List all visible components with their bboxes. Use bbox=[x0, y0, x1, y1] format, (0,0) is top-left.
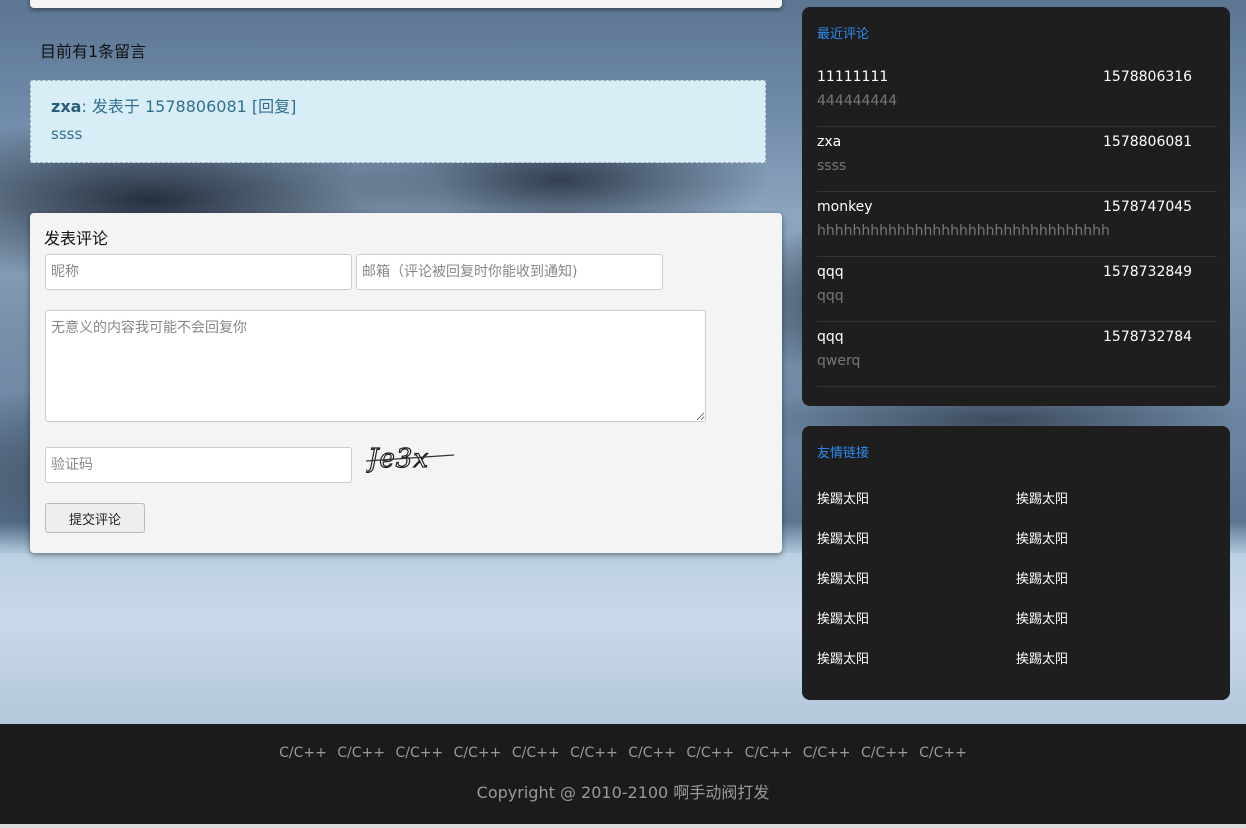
recent-comment-item[interactable]: monkey 1578747045 hhhhhhhhhhhhhhhhhhhhhh… bbox=[817, 192, 1217, 257]
friend-links-panel: 友情链接 挨踢太阳 挨踢太阳 挨踢太阳 挨踢太阳 挨踢太阳 挨踢太阳 挨踢太阳 … bbox=[802, 426, 1230, 700]
recent-comment-name: zxa bbox=[817, 134, 842, 150]
recent-comments-list: 11111111 1578806316 444444444 zxa 157880… bbox=[817, 62, 1217, 387]
friend-link[interactable]: 挨踢太阳 bbox=[1016, 480, 1215, 520]
footer-link[interactable]: C/C++ bbox=[512, 745, 560, 761]
recent-comments-title: 最近评论 bbox=[817, 27, 870, 42]
recent-comment-item[interactable]: 11111111 1578806316 444444444 bbox=[817, 62, 1217, 127]
copyright-text: Copyright @ 2010-2100 啊手动阀打发 bbox=[476, 783, 770, 802]
footer-link[interactable]: C/C++ bbox=[803, 745, 851, 761]
comment-author[interactable]: zxa bbox=[51, 97, 81, 116]
footer-link[interactable]: C/C++ bbox=[919, 745, 967, 761]
recent-comment-time: 1578732849 bbox=[1103, 264, 1193, 280]
friend-link[interactable]: 挨踢太阳 bbox=[1016, 520, 1215, 560]
previous-card bbox=[30, 0, 782, 8]
recent-comment-time: 1578732784 bbox=[1103, 329, 1193, 345]
recent-comment-item[interactable]: qqq 1578732849 qqq bbox=[817, 257, 1217, 322]
recent-comments-panel: 最近评论 11111111 1578806316 444444444 zxa 1… bbox=[802, 7, 1230, 406]
friend-link[interactable]: 挨踢太阳 bbox=[1016, 640, 1215, 680]
comment-body: ssss bbox=[51, 125, 83, 143]
comment-header: zxa: 发表于 1578806081 [回复] bbox=[51, 93, 296, 117]
friend-link[interactable]: 挨踢太阳 bbox=[1016, 560, 1215, 600]
recent-comment-time: 1578806316 bbox=[1103, 69, 1193, 85]
bottom-strip bbox=[0, 824, 1246, 828]
recent-comment-time: 1578806081 bbox=[1103, 134, 1193, 150]
form-title: 发表评论 bbox=[44, 229, 109, 248]
comment-meta[interactable]: : 发表于 1578806081 [回复] bbox=[81, 97, 296, 116]
footer-link[interactable]: C/C++ bbox=[686, 745, 734, 761]
footer-links: C/C++ C/C++ C/C++ C/C++ C/C++ C/C++ C/C+… bbox=[0, 745, 1246, 761]
recent-comment-name: qqq bbox=[817, 329, 844, 345]
comment-item: zxa: 发表于 1578806081 [回复] ssss bbox=[30, 80, 766, 163]
friend-link[interactable]: 挨踢太阳 bbox=[817, 560, 1016, 600]
comment-form: 发表评论 Je3x 提交评论 bbox=[30, 213, 782, 553]
footer-link[interactable]: C/C++ bbox=[454, 745, 502, 761]
recent-comment-name: 11111111 bbox=[817, 69, 889, 85]
friend-link[interactable]: 挨踢太阳 bbox=[817, 600, 1016, 640]
recent-comment-time: 1578747045 bbox=[1103, 199, 1193, 215]
captcha-input[interactable] bbox=[45, 447, 352, 483]
recent-comment-text: ssss bbox=[817, 158, 847, 174]
recent-comment-text: hhhhhhhhhhhhhhhhhhhhhhhhhhhhhhhhh bbox=[817, 223, 1110, 239]
footer-link[interactable]: C/C++ bbox=[861, 745, 909, 761]
recent-comment-item[interactable]: qqq 1578732784 qwerq bbox=[817, 322, 1217, 387]
footer-link[interactable]: C/C++ bbox=[628, 745, 676, 761]
recent-comment-text: qwerq bbox=[817, 353, 861, 369]
message-count: 目前有1条留言 bbox=[40, 42, 147, 61]
friend-links-grid: 挨踢太阳 挨踢太阳 挨踢太阳 挨踢太阳 挨踢太阳 挨踢太阳 挨踢太阳 挨踢太阳 … bbox=[817, 480, 1217, 680]
friend-link[interactable]: 挨踢太阳 bbox=[817, 520, 1016, 560]
friend-link[interactable]: 挨踢太阳 bbox=[817, 640, 1016, 680]
friend-link[interactable]: 挨踢太阳 bbox=[817, 480, 1016, 520]
footer-link[interactable]: C/C++ bbox=[745, 745, 793, 761]
footer-link[interactable]: C/C++ bbox=[570, 745, 618, 761]
email-input[interactable] bbox=[356, 254, 663, 290]
friend-link[interactable]: 挨踢太阳 bbox=[1016, 600, 1215, 640]
footer: C/C++ C/C++ C/C++ C/C++ C/C++ C/C++ C/C+… bbox=[0, 724, 1246, 824]
content-textarea[interactable] bbox=[45, 310, 706, 422]
recent-comment-name: qqq bbox=[817, 264, 844, 280]
footer-link[interactable]: C/C++ bbox=[279, 745, 327, 761]
friend-links-title: 友情链接 bbox=[817, 446, 870, 461]
recent-comment-name: monkey bbox=[817, 199, 873, 215]
footer-link[interactable]: C/C++ bbox=[395, 745, 443, 761]
nickname-input[interactable] bbox=[45, 254, 352, 290]
recent-comment-item[interactable]: zxa 1578806081 ssss bbox=[817, 127, 1217, 192]
submit-comment-button[interactable]: 提交评论 bbox=[45, 503, 145, 533]
recent-comment-text: qqq bbox=[817, 288, 844, 304]
footer-link[interactable]: C/C++ bbox=[337, 745, 385, 761]
recent-comment-text: 444444444 bbox=[817, 93, 898, 109]
captcha-image[interactable]: Je3x bbox=[366, 441, 456, 473]
